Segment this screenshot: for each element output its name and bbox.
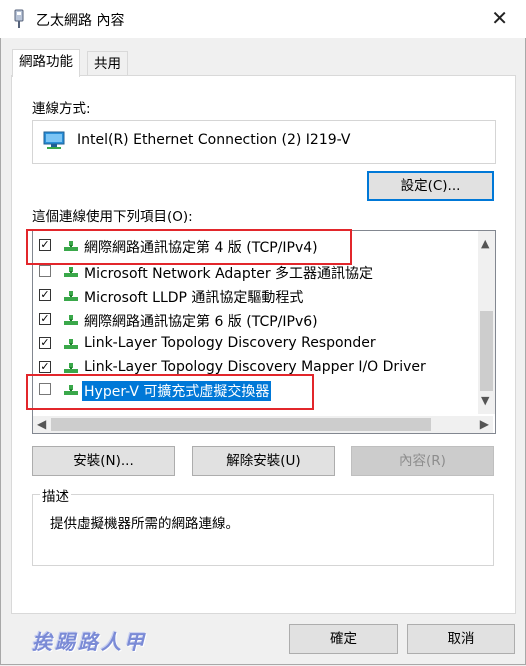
protocol-icon — [64, 315, 78, 325]
list-item[interactable]: ✓ Link-Layer Topology Discovery Mapper I/… — [33, 357, 473, 379]
watermark-text: 挨踢路人甲 — [32, 630, 147, 654]
protocol-icon — [64, 363, 78, 373]
description-text: 提供虛擬機器所需的網路連線。 — [50, 516, 239, 532]
scroll-up-icon[interactable]: ▲ — [481, 237, 489, 250]
protocol-icon — [64, 241, 78, 251]
tab-sharing[interactable]: 共用 — [87, 51, 128, 77]
list-item[interactable]: ✓ 網際網路通訊協定第 6 版 (TCP/IPv6) — [33, 309, 473, 331]
list-item[interactable]: Hyper-V 可擴充式虛擬交換器 — [33, 379, 473, 401]
scroll-down-icon[interactable]: ▼ — [481, 394, 489, 407]
item-checkbox[interactable]: ✓ — [39, 289, 51, 301]
item-label: 網際網路通訊協定第 6 版 (TCP/IPv6) — [84, 314, 318, 330]
properties-button: 內容(R) — [351, 446, 494, 476]
item-checkbox[interactable]: ✓ — [39, 337, 51, 349]
protocol-icon — [64, 267, 78, 277]
title-bar: 乙太網路 內容 ✕ — [0, 0, 526, 38]
description-legend: 描述 — [40, 485, 71, 505]
protocol-icon — [64, 385, 78, 395]
adapter-box: Intel(R) Ethernet Connection (2) I219-V — [32, 120, 496, 164]
item-checkbox[interactable]: ✓ — [39, 313, 51, 325]
protocol-icon — [64, 291, 78, 301]
install-button[interactable]: 安裝(N)... — [32, 446, 175, 476]
tab-networking[interactable]: 網路功能 — [12, 49, 80, 77]
network-adapter-icon — [14, 9, 24, 28]
close-icon[interactable]: ✕ — [491, 6, 508, 30]
vertical-scrollbar[interactable]: ▲ ▼ — [478, 231, 495, 414]
window-title: 乙太網路 內容 — [36, 13, 125, 29]
item-label: Link-Layer Topology Discovery Mapper I/O… — [84, 359, 426, 375]
ok-button[interactable]: 確定 — [289, 624, 398, 654]
item-label: 網際網路通訊協定第 4 版 (TCP/IPv4) — [84, 240, 318, 256]
item-checkbox[interactable] — [39, 265, 51, 277]
configure-button[interactable]: 設定(C)... — [367, 171, 494, 201]
vertical-scroll-thumb[interactable] — [480, 311, 493, 391]
item-label: Hyper-V 可擴充式虛擬交換器 — [82, 381, 272, 401]
list-item[interactable]: ✓ 網際網路通訊協定第 4 版 (TCP/IPv4) — [33, 235, 473, 257]
item-checkbox[interactable] — [39, 383, 51, 395]
item-label: Link-Layer Topology Discovery Responder — [84, 335, 376, 351]
items-label: 這個連線使用下列項目(O): — [32, 209, 193, 225]
scroll-left-icon[interactable]: ◀ — [37, 417, 46, 431]
items-list[interactable]: ✓ 網際網路通訊協定第 4 版 (TCP/IPv4) Microsoft Netwo… — [32, 230, 496, 434]
item-label: Microsoft Network Adapter 多工器通訊協定 — [84, 266, 374, 282]
adapter-name: Intel(R) Ethernet Connection (2) I219-V — [77, 132, 351, 148]
cancel-button[interactable]: 取消 — [407, 624, 515, 654]
list-item[interactable]: Microsoft Network Adapter 多工器通訊協定 — [33, 261, 473, 283]
protocol-icon — [64, 339, 78, 349]
horizontal-scroll-thumb[interactable] — [51, 418, 431, 431]
uninstall-button[interactable]: 解除安裝(U) — [192, 446, 335, 476]
item-checkbox[interactable]: ✓ — [39, 361, 51, 373]
scroll-right-icon[interactable]: ▶ — [480, 417, 489, 431]
item-checkbox[interactable]: ✓ — [39, 239, 51, 251]
list-item[interactable]: ✓ Microsoft LLDP 通訊協定驅動程式 — [33, 285, 473, 307]
item-label: Microsoft LLDP 通訊協定驅動程式 — [84, 290, 304, 306]
list-item[interactable]: ✓ Link-Layer Topology Discovery Responder — [33, 333, 473, 355]
connect-using-label: 連線方式: — [32, 101, 91, 117]
horizontal-scrollbar[interactable]: ◀ ▶ — [33, 416, 493, 433]
network-card-icon — [43, 131, 65, 149]
